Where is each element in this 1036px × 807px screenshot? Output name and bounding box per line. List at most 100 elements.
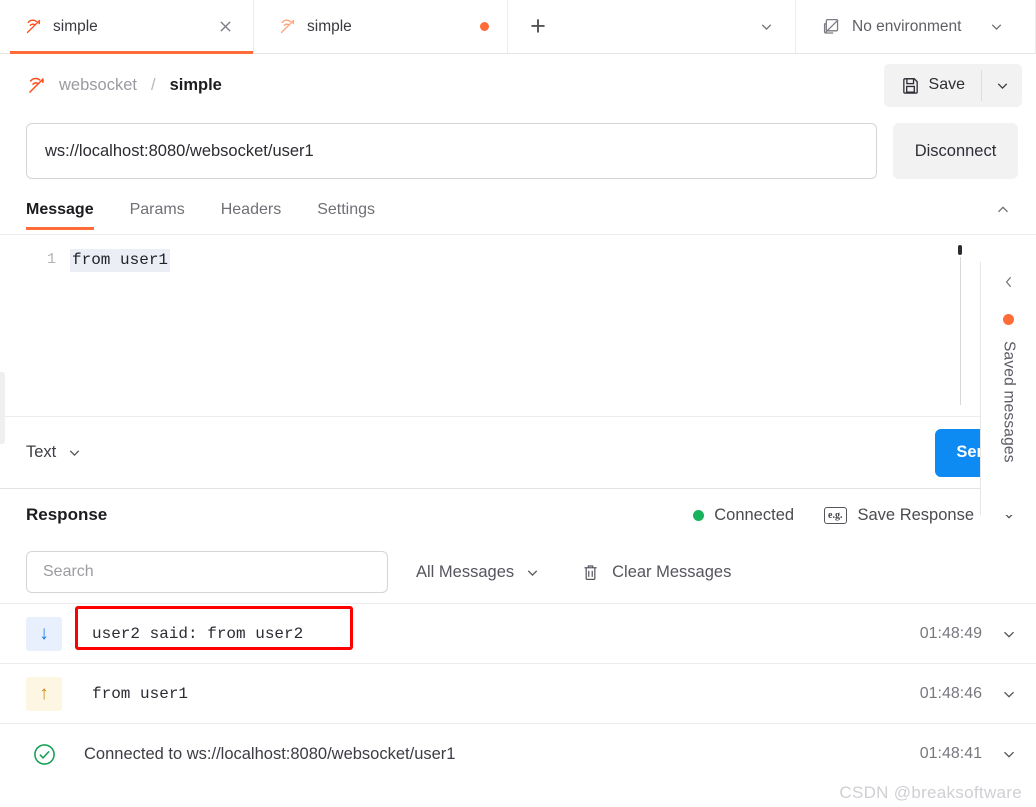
response-panel: Response Connected e.g. Save Response Se… xyxy=(0,488,1036,784)
tab-label: Message xyxy=(26,201,94,219)
chevron-down-icon[interactable] xyxy=(1000,685,1018,703)
message-filter-dropdown[interactable]: All Messages xyxy=(416,563,541,582)
save-response-label: Save Response xyxy=(858,506,975,525)
message-editor: 1 from user1 xyxy=(0,234,1036,416)
search-placeholder: Search xyxy=(43,563,94,581)
line-number: 1 xyxy=(0,249,70,416)
page-title: simple xyxy=(170,76,222,95)
tab-label: Params xyxy=(130,201,185,219)
response-title: Response xyxy=(26,505,107,525)
tab-label: Settings xyxy=(317,201,375,219)
save-response-button[interactable]: e.g. Save Response xyxy=(824,506,974,525)
message-list: ↓ user2 said: from user2 01:48:49 ↑ from… xyxy=(0,603,1036,784)
url-input[interactable]: ws://localhost:8080/websocket/user1 xyxy=(26,123,877,179)
clear-messages-label: Clear Messages xyxy=(612,563,731,582)
arrow-down-icon: ↓ xyxy=(26,617,62,651)
request-tabs: Message Params Headers Settings xyxy=(0,186,1036,234)
environment-selector[interactable]: No environment xyxy=(796,0,1036,53)
saved-messages-label: Saved messages xyxy=(1000,341,1018,463)
unsaved-dot-icon xyxy=(1003,314,1014,325)
saved-messages-rail[interactable]: Saved messages xyxy=(980,262,1036,515)
chevron-down-icon xyxy=(66,444,83,461)
tab-simple-1[interactable]: simple xyxy=(0,0,254,53)
floppy-disk-icon xyxy=(901,76,920,95)
chevron-down-icon xyxy=(994,77,1011,94)
breadcrumb-separator: / xyxy=(151,76,156,95)
code-line: from user1 xyxy=(70,249,170,272)
tab-simple-2[interactable]: simple xyxy=(254,0,508,53)
chevron-down-icon[interactable] xyxy=(988,18,1005,35)
eg-example-icon: e.g. xyxy=(824,507,846,524)
save-label: Save xyxy=(929,76,965,94)
disconnect-label: Disconnect xyxy=(915,142,997,161)
message-body: from user1 xyxy=(84,681,920,707)
message-timestamp: 01:48:41 xyxy=(920,745,982,763)
collapse-request-button[interactable] xyxy=(994,201,1018,219)
status-dot-icon xyxy=(693,510,704,521)
websocket-icon xyxy=(24,17,43,36)
search-input[interactable]: Search xyxy=(26,551,388,593)
filter-label: All Messages xyxy=(416,563,514,582)
postman-websocket-window: simple simple + xyxy=(0,0,1036,807)
table-row[interactable]: Connected to ws://localhost:8080/websock… xyxy=(0,724,1036,784)
save-button-group: Save xyxy=(884,64,1022,107)
editor-scrollbar[interactable] xyxy=(958,245,962,405)
tab-settings[interactable]: Settings xyxy=(299,186,393,234)
response-filter-row: Search All Messages Clear Messages xyxy=(0,541,1036,603)
new-tab-button[interactable]: + xyxy=(508,0,568,53)
tab-label: Headers xyxy=(221,201,281,219)
chevron-down-icon[interactable] xyxy=(1000,625,1018,643)
watermark: CSDN @breaksoftware xyxy=(839,783,1022,803)
message-format-selector[interactable]: Text xyxy=(26,443,83,462)
unsaved-dot-icon xyxy=(480,22,489,31)
message-text: Connected to ws://localhost:8080/websock… xyxy=(84,745,455,763)
trash-icon xyxy=(581,563,600,582)
tab-message[interactable]: Message xyxy=(26,186,112,234)
message-timestamp: 01:48:46 xyxy=(920,685,982,703)
message-timestamp: 01:48:49 xyxy=(920,625,982,643)
compose-bar: Text Send xyxy=(0,416,1036,488)
no-environment-icon xyxy=(822,17,841,36)
tab-label: simple xyxy=(53,18,205,36)
websocket-icon xyxy=(278,17,297,36)
close-icon[interactable] xyxy=(215,17,235,37)
scrollbar-track xyxy=(960,257,961,405)
clear-messages-button[interactable]: Clear Messages xyxy=(581,563,731,582)
tab-bar: simple simple + xyxy=(0,0,1036,54)
breadcrumb: websocket / simple xyxy=(26,75,222,96)
url-row: ws://localhost:8080/websocket/user1 Disc… xyxy=(0,116,1036,186)
tab-label: simple xyxy=(307,18,470,36)
tab-list-area xyxy=(568,0,796,53)
chevron-up-icon xyxy=(994,201,1012,219)
message-body: Connected to ws://localhost:8080/websock… xyxy=(84,745,920,764)
editor-inner: 1 from user1 xyxy=(0,235,1036,416)
format-label: Text xyxy=(26,443,56,462)
message-text: from user1 xyxy=(84,681,196,707)
code-area[interactable]: from user1 xyxy=(70,249,1036,416)
disconnect-button[interactable]: Disconnect xyxy=(893,123,1018,179)
url-value: ws://localhost:8080/websocket/user1 xyxy=(45,142,314,161)
check-circle-icon xyxy=(26,737,62,771)
tab-headers[interactable]: Headers xyxy=(203,186,299,234)
chevron-down-icon[interactable] xyxy=(1000,745,1018,763)
message-text: user2 said: from user2 xyxy=(84,621,311,647)
panel-resize-handle[interactable] xyxy=(0,372,5,444)
table-row[interactable]: ↑ from user1 01:48:46 xyxy=(0,664,1036,724)
message-body: user2 said: from user2 xyxy=(84,621,920,647)
connection-status: Connected xyxy=(693,506,794,525)
response-header: Response Connected e.g. Save Response xyxy=(0,489,1036,541)
chevron-down-icon[interactable] xyxy=(758,18,775,35)
save-options-button[interactable] xyxy=(982,64,1022,107)
arrow-up-icon: ↑ xyxy=(26,677,62,711)
environment-label: No environment xyxy=(852,18,961,36)
websocket-icon xyxy=(26,75,47,96)
breadcrumb-row: websocket / simple Save xyxy=(0,54,1036,116)
tab-params[interactable]: Params xyxy=(112,186,203,234)
save-button[interactable]: Save xyxy=(884,64,981,107)
table-row[interactable]: ↓ user2 said: from user2 01:48:49 xyxy=(0,604,1036,664)
chevron-left-icon[interactable] xyxy=(1001,274,1017,290)
scrollbar-thumb[interactable] xyxy=(958,245,962,255)
status-badge: Connected xyxy=(714,506,794,525)
chevron-down-icon xyxy=(524,564,541,581)
breadcrumb-parent[interactable]: websocket xyxy=(59,76,137,95)
